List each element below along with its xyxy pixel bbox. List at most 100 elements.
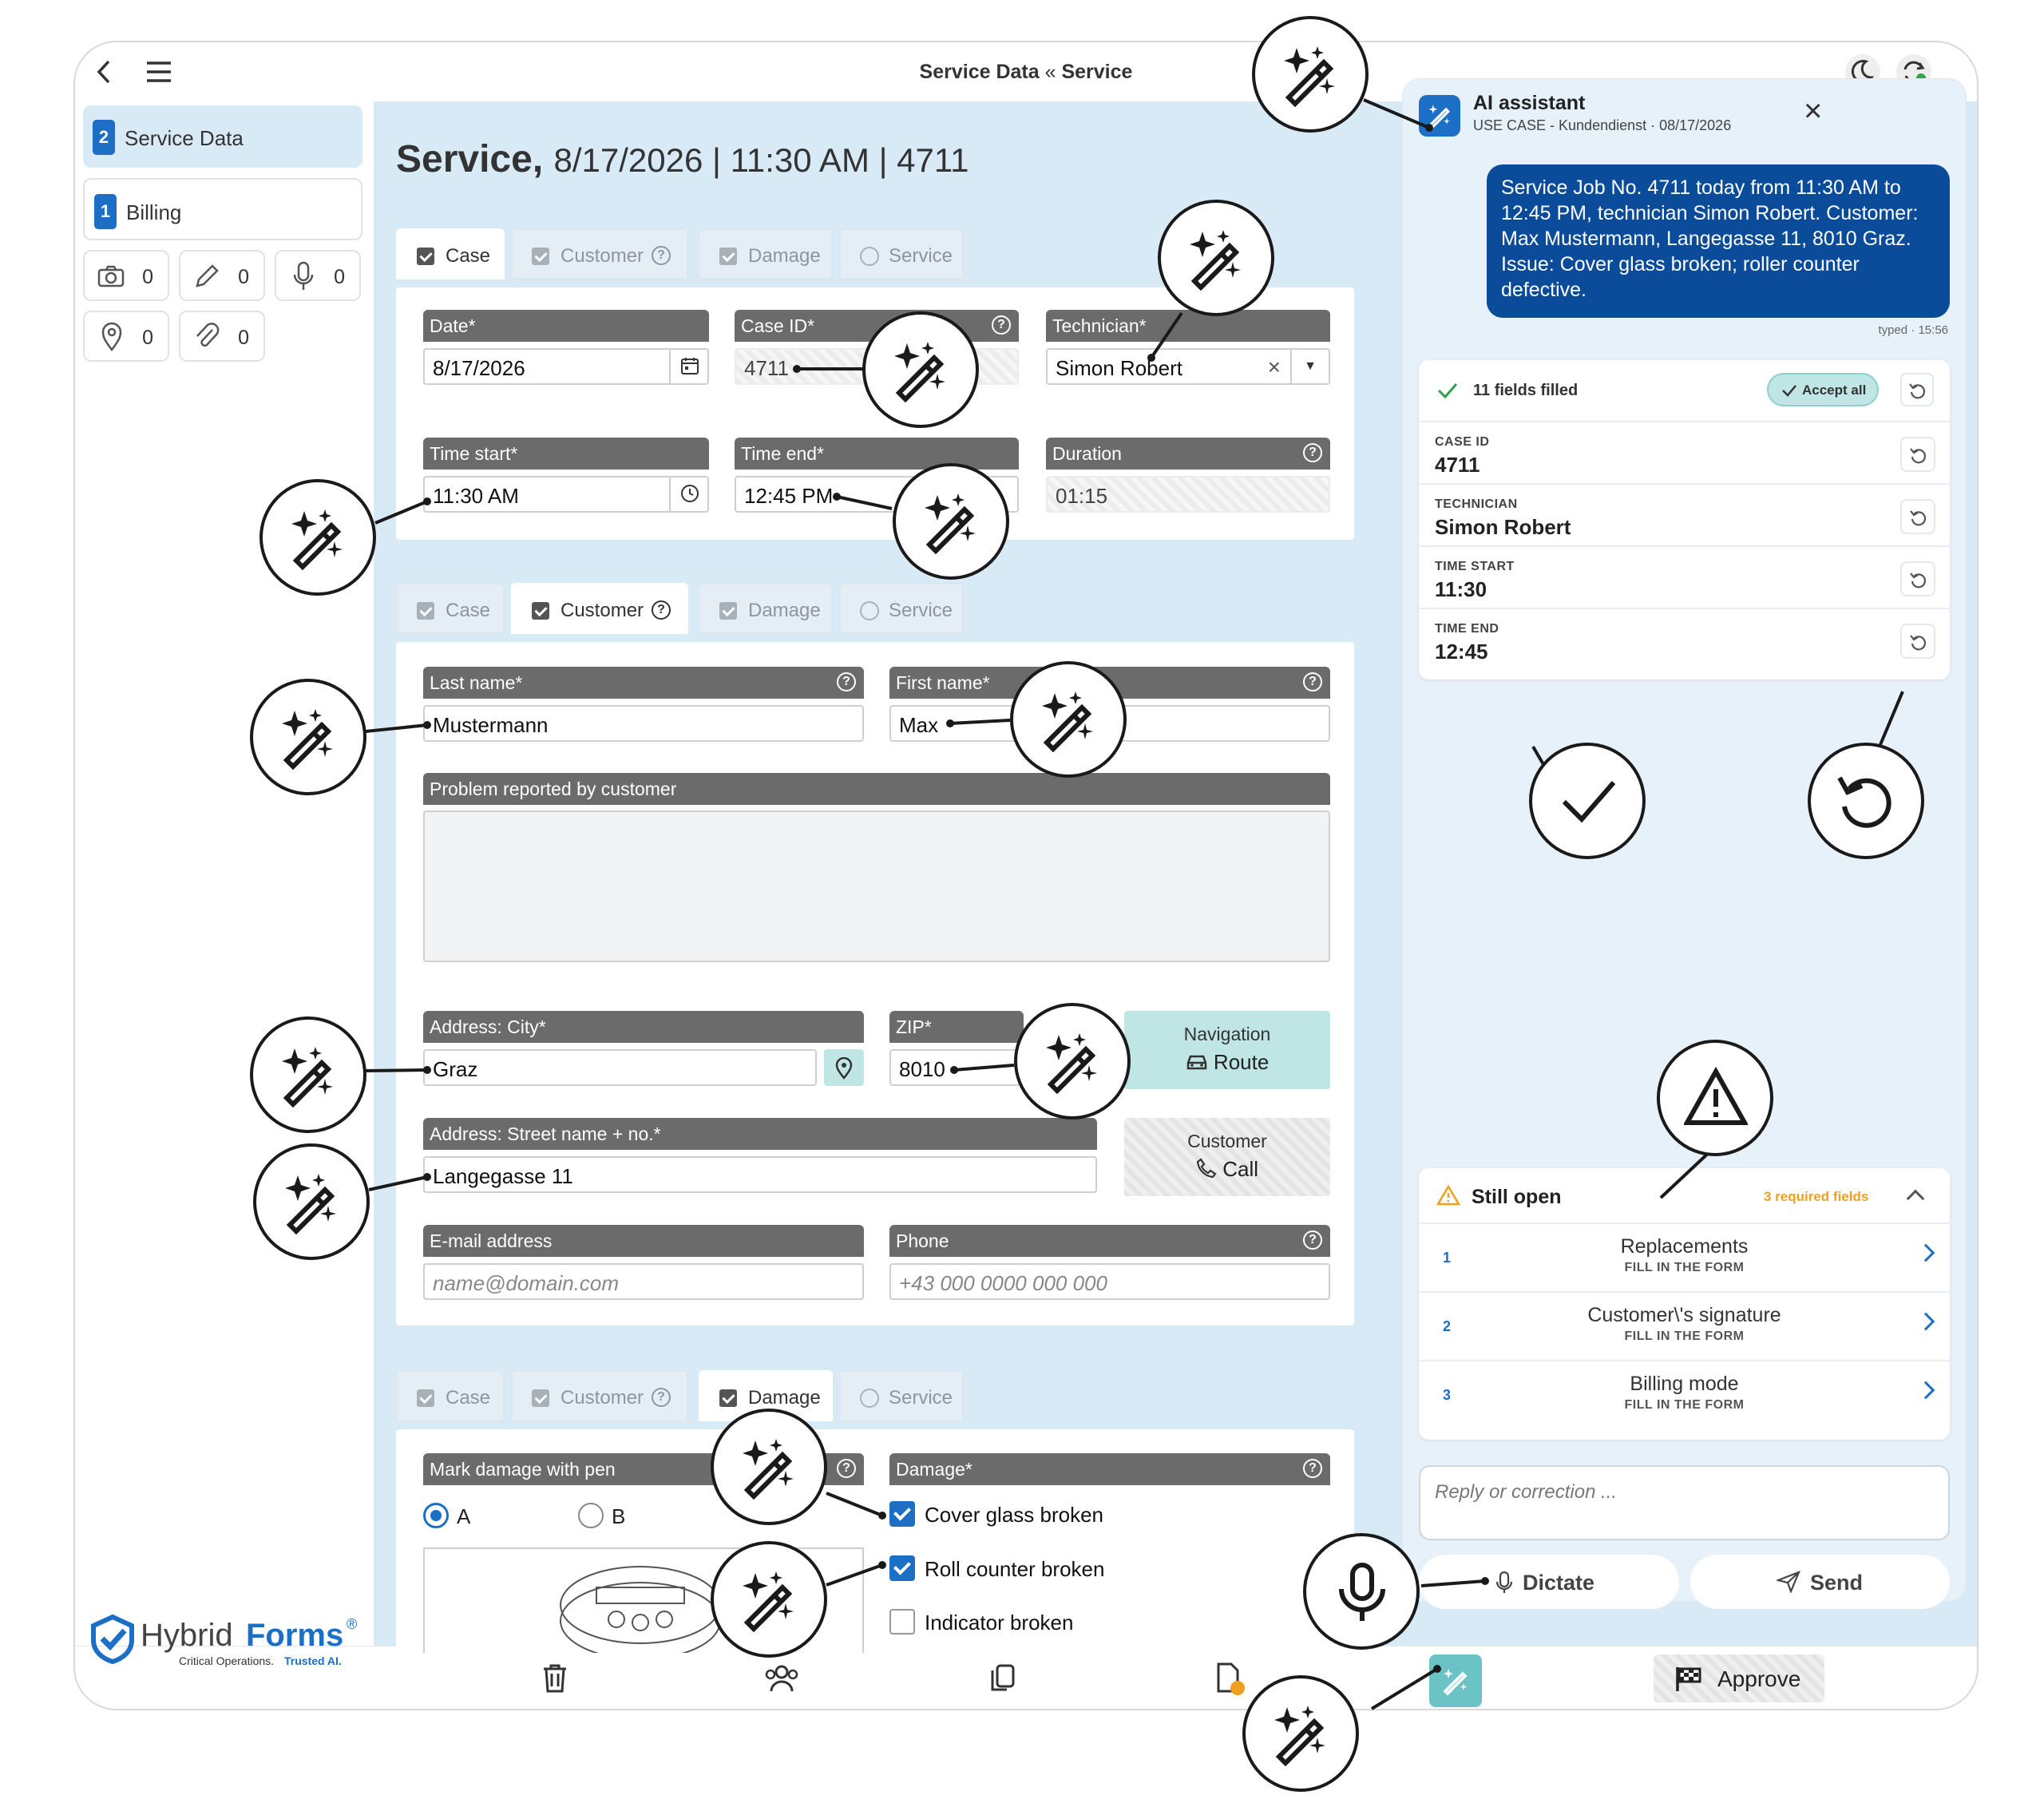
location-counter[interactable]: 0 [83, 311, 169, 362]
date-field[interactable]: 8/17/2026 [423, 348, 709, 385]
tab-customer[interactable]: Customer? [511, 228, 688, 279]
approve-button[interactable]: Approve [1654, 1654, 1824, 1702]
warning-callout [1657, 1040, 1773, 1156]
collapse-icon[interactable] [1906, 1189, 1925, 1208]
cover-glass-checkbox[interactable]: Cover glass broken [889, 1500, 1129, 1532]
sidebar-item-billing[interactable]: 1 Billing [83, 178, 362, 240]
tab-case[interactable]: Case [396, 583, 505, 634]
photo-counter[interactable]: 0 [83, 250, 169, 301]
time-picker-button[interactable] [669, 476, 707, 513]
field-key: CASE ID [1435, 435, 1490, 449]
dictate-label: Dictate [1523, 1571, 1595, 1595]
magic-wand-icon [285, 1174, 336, 1234]
undo-all-button[interactable] [1900, 373, 1934, 406]
counter-value: 0 [142, 327, 153, 349]
help-icon[interactable]: ? [992, 315, 1011, 335]
ai-callout-damage-2 [711, 1541, 827, 1658]
zip-label: ZIP* [889, 1011, 1024, 1043]
close-icon[interactable]: × [1804, 93, 1822, 129]
counter-value: 0 [142, 266, 153, 288]
time-start-field[interactable]: 11:30 AM [423, 476, 709, 513]
checkbox-label: Roll counter broken [925, 1557, 1105, 1581]
breadcrumb-parent[interactable]: Service Data [920, 61, 1040, 83]
problem-textarea[interactable] [423, 810, 1330, 962]
dropdown-button[interactable]: ▼ [1290, 348, 1329, 385]
street-field[interactable]: Langegasse 11 [423, 1156, 1097, 1193]
tab-service[interactable]: Service [839, 228, 964, 279]
audio-counter[interactable]: 0 [275, 250, 361, 301]
technician-select[interactable]: Simon Robert × ▼ [1046, 348, 1330, 385]
sidebar-item-service-data[interactable]: 2 Service Data [83, 105, 362, 168]
tab-customer[interactable]: Customer? [511, 1370, 688, 1421]
calendar-button[interactable] [669, 348, 707, 385]
help-icon[interactable]: ? [837, 672, 856, 691]
reply-input[interactable]: Reply or correction ... [1419, 1465, 1950, 1540]
tab-customer[interactable]: Customer? [511, 583, 688, 634]
map-pin-icon [835, 1057, 853, 1080]
ai-callout-time-start [259, 479, 376, 596]
attachment-counter[interactable]: 0 [179, 311, 265, 362]
pen-counter[interactable]: 0 [179, 250, 265, 301]
tab-damage[interactable]: Damage [699, 583, 833, 634]
help-icon[interactable]: ? [837, 1459, 856, 1478]
tab-label: Damage [748, 600, 821, 621]
email-field[interactable]: name@domain.com [423, 1263, 864, 1300]
tab-service[interactable]: Service [839, 1370, 964, 1421]
help-icon[interactable]: ? [1303, 1230, 1322, 1250]
phone-field[interactable]: +43 000 0000 000 000 [889, 1263, 1330, 1300]
page-title-detail: 8/17/2026 | 11:30 AM | 4711 [553, 141, 969, 179]
tab-label: Customer [561, 1387, 644, 1409]
tab-damage[interactable]: Damage [699, 228, 833, 279]
tab-label: Case [446, 1387, 491, 1409]
tab-service[interactable]: Service [839, 583, 964, 634]
roll-counter-checkbox[interactable]: Roll counter broken [889, 1554, 1129, 1586]
magic-wand-icon [743, 1439, 794, 1500]
undo-button[interactable] [1900, 561, 1935, 596]
undo-button[interactable] [1900, 437, 1935, 472]
route-label: Route [1213, 1050, 1270, 1074]
dictate-button[interactable]: Dictate [1419, 1555, 1679, 1609]
option-a-radio[interactable]: A [423, 1501, 503, 1530]
help-icon[interactable]: ? [1303, 1459, 1322, 1478]
send-button[interactable]: Send [1690, 1555, 1950, 1609]
last-name-field[interactable]: Mustermann [423, 705, 864, 742]
ai-assistant-button[interactable] [1429, 1654, 1482, 1707]
open-item-billing-mode[interactable]: 3 Billing mode FILL IN THE FORM [1419, 1360, 1950, 1429]
copy-icon[interactable] [988, 1662, 1017, 1694]
still-open-title: Still open [1472, 1186, 1562, 1208]
help-icon[interactable]: ? [1303, 443, 1322, 462]
step-badge: 2 [93, 120, 115, 155]
tab-case[interactable]: Case [396, 228, 505, 279]
checkbox-checked-icon [417, 602, 434, 620]
clear-icon[interactable]: × [1268, 355, 1281, 380]
undo-icon [1910, 573, 1927, 588]
date-value: 8/17/2026 [433, 356, 525, 380]
trash-icon[interactable] [541, 1662, 569, 1694]
accept-all-button[interactable]: Accept all [1767, 373, 1879, 406]
navigation-route-button[interactable]: Navigation Route [1124, 1011, 1330, 1089]
ai-callout-time-end [893, 463, 1009, 580]
zip-field[interactable]: 8010 [889, 1049, 1024, 1086]
help-icon[interactable]: ? [1303, 672, 1322, 691]
option-b-radio[interactable]: B [578, 1501, 658, 1530]
still-open-card: Still open 3 required fields 1 Replacemen… [1419, 1168, 1950, 1440]
field-key: TIME END [1435, 622, 1499, 636]
tab-label: Customer [561, 245, 644, 267]
hybridforms-logo: Hybrid Forms ® Critical Operations. Trus… [89, 1615, 361, 1670]
ai-callout-last-name [250, 679, 366, 795]
undo-button[interactable] [1900, 624, 1935, 659]
counter-value: 0 [238, 266, 249, 288]
locate-button[interactable] [824, 1049, 864, 1086]
city-field[interactable]: Graz [423, 1049, 817, 1086]
document-sync-icon[interactable] [1214, 1661, 1249, 1698]
open-item-replacements[interactable]: 1 Replacements FILL IN THE FORM [1419, 1222, 1950, 1291]
field-value: Simon Robert [1435, 515, 1571, 539]
indicator-checkbox[interactable]: Indicator broken [889, 1607, 1129, 1639]
customer-call-button[interactable]: Customer Call [1124, 1118, 1330, 1196]
filled-row-time-start: TIME START 11:30 [1419, 545, 1950, 608]
label-text: First name* [896, 672, 990, 693]
users-icon[interactable] [763, 1662, 800, 1694]
tab-case[interactable]: Case [396, 1370, 505, 1421]
undo-button[interactable] [1900, 499, 1935, 534]
open-item-signature[interactable]: 2 Customer\'s signature FILL IN THE FORM [1419, 1291, 1950, 1360]
